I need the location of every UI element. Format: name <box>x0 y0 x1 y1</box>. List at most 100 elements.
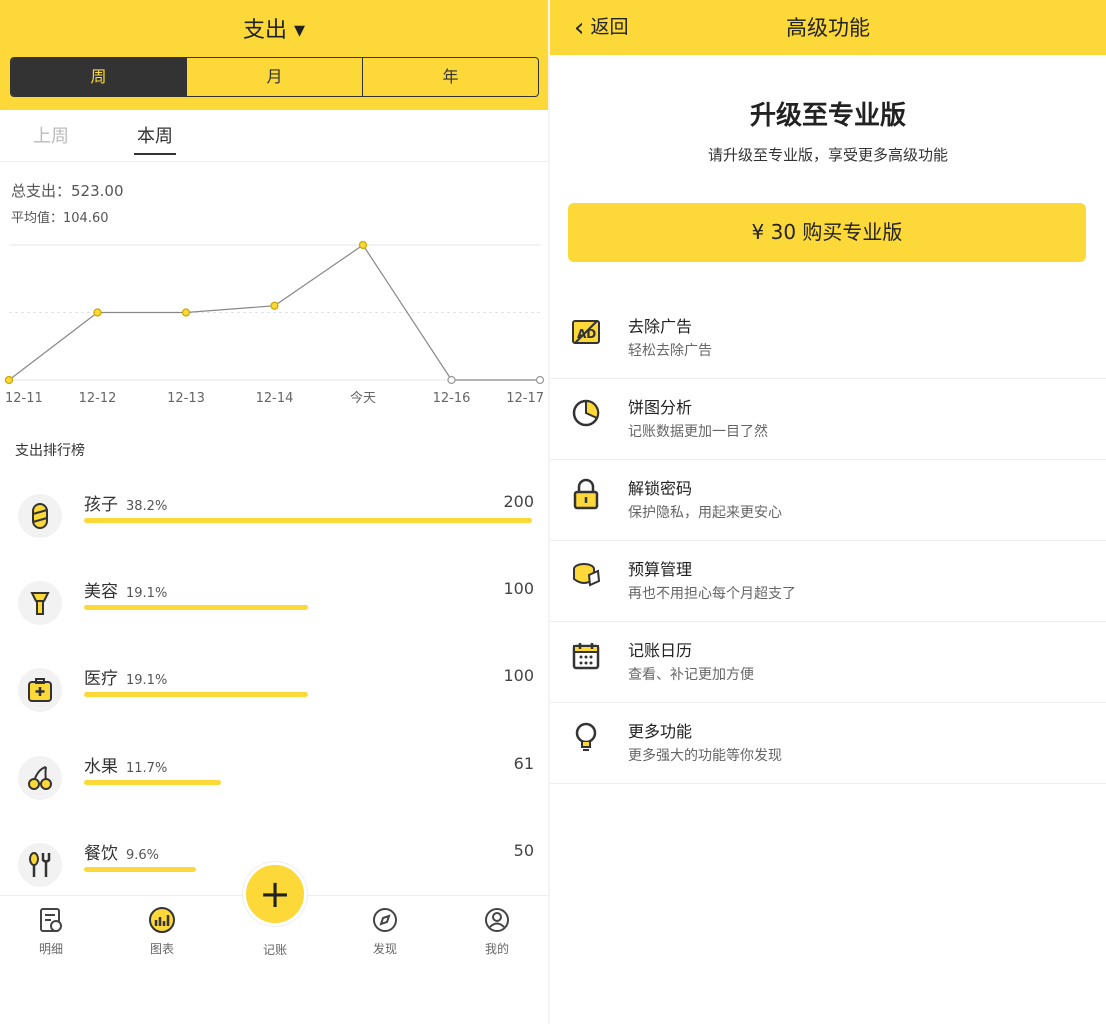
chart-header: 支出 ▾ 周 月 年 <box>0 0 548 110</box>
ranking-name: 美容 <box>84 582 118 602</box>
user-icon <box>483 906 511 934</box>
ranking-bar <box>84 518 532 523</box>
budget-icon <box>570 559 602 591</box>
feature-title: 解锁密码 <box>628 479 693 498</box>
ranking-name: 医疗 <box>84 669 118 689</box>
utensils-icon <box>18 843 62 887</box>
nav-label: 明细 <box>38 942 63 956</box>
nav-details[interactable]: 明细 <box>21 906 81 957</box>
x-tick-label: 12-17 <box>506 391 544 406</box>
ranking-item[interactable]: 医疗 19.1% 100 <box>0 654 548 740</box>
segment-year[interactable]: 年 <box>363 58 538 96</box>
nav-label: 我的 <box>484 942 509 956</box>
chart-screen: 支出 ▾ 周 月 年 上周 本周 总支出：523.00 平均值：104.60 1… <box>0 0 548 1024</box>
calendar-icon <box>570 640 602 672</box>
expense-type-selector[interactable]: 支出 ▾ <box>0 12 548 44</box>
ranking-name: 水果 <box>84 757 118 777</box>
x-tick-label: 12-13 <box>167 391 205 406</box>
total-expense: 总支出：523.00 <box>11 182 124 200</box>
ranking-item[interactable]: 孩子 38.2% 200 <box>0 480 548 566</box>
pacifier-icon <box>18 494 62 538</box>
ranking-percent: 11.7% <box>126 761 168 776</box>
x-tick-label: 12-12 <box>79 391 117 406</box>
x-tick-label: 12-11 <box>5 391 43 406</box>
feature-desc: 记账数据更加一目了然 <box>628 424 768 440</box>
data-point <box>93 308 102 317</box>
data-point <box>447 375 456 385</box>
tab-this-week[interactable]: 本周 <box>134 122 176 155</box>
lipstick-icon <box>18 581 62 625</box>
ranking-bar <box>84 605 308 610</box>
data-point <box>358 240 368 250</box>
lightbulb-icon <box>570 721 602 753</box>
ranking-amount: 100 <box>503 579 534 598</box>
nav-me[interactable]: 我的 <box>467 906 527 957</box>
buy-pro-button[interactable]: ¥ 30 购买专业版 <box>568 203 1086 262</box>
nav-charts[interactable]: 图表 <box>132 906 192 957</box>
lock-icon <box>570 478 602 510</box>
ranking-item[interactable]: 水果 11.7% 61 <box>0 742 548 828</box>
ranking-bar <box>84 867 196 872</box>
feature-item[interactable]: 更多功能 更多强大的功能等你发现 <box>550 703 1106 784</box>
ranking-percent: 19.1% <box>126 586 168 601</box>
pro-features-screen: ‹ 返回 高级功能 升级至专业版 请升级至专业版，享受更多高级功能 ¥ 30 购… <box>550 0 1106 1024</box>
pro-subtitle: 请升级至专业版，享受更多高级功能 <box>707 146 948 164</box>
nav-label: 发现 <box>372 942 397 956</box>
add-record-label: 记账 <box>262 943 287 957</box>
pro-title: 升级至专业版 <box>749 101 906 131</box>
feature-title: 饼图分析 <box>628 398 693 417</box>
x-tick-label: 12-14 <box>256 391 294 406</box>
ranking-amount: 50 <box>513 841 534 860</box>
cherry-icon <box>18 756 62 800</box>
feature-title: 记账日历 <box>628 641 693 660</box>
feature-title: 更多功能 <box>628 722 693 741</box>
expense-line-chart: 12-11 12-12 12-13 12-14 今天 12-16 12-17 <box>4 240 545 406</box>
no-ads-icon: AD <box>570 316 602 348</box>
ranking-title: 支出排行榜 <box>15 443 85 459</box>
nav-discover[interactable]: 发现 <box>355 906 415 957</box>
compass-icon <box>371 906 399 934</box>
feature-desc: 轻松去除广告 <box>628 343 712 359</box>
feature-item[interactable]: 饼图分析 记账数据更加一目了然 <box>550 379 1106 460</box>
plus-icon: + <box>259 872 291 916</box>
x-tick-label: 12-16 <box>433 391 471 406</box>
feature-item[interactable]: 记账日历 查看、补记更加方便 <box>550 622 1106 703</box>
feature-title: 预算管理 <box>628 560 693 579</box>
data-point <box>181 308 191 317</box>
average-value: 平均值：104.60 <box>11 211 109 226</box>
ranking-amount: 100 <box>503 666 534 685</box>
page-title: 高级功能 <box>786 16 870 40</box>
feature-item[interactable]: 预算管理 再也不用担心每个月超支了 <box>550 541 1106 622</box>
feature-item[interactable]: AD 去除广告 轻松去除广告 <box>550 298 1106 379</box>
x-tick-label: 今天 <box>350 390 376 406</box>
segment-month[interactable]: 月 <box>187 58 363 96</box>
charts-icon <box>148 906 176 934</box>
ranking-name: 餐饮 <box>84 844 118 864</box>
pro-header: ‹ 返回 高级功能 <box>550 0 1106 55</box>
tab-last-week[interactable]: 上周 <box>33 122 69 148</box>
ranking-percent: 9.6% <box>126 848 160 863</box>
ranking-percent: 38.2% <box>126 499 168 514</box>
pie-chart-icon <box>570 397 602 429</box>
add-record-button[interactable]: + <box>243 862 307 926</box>
ranking-amount: 61 <box>513 754 534 773</box>
ranking-bar <box>84 780 221 785</box>
nav-label: 图表 <box>149 942 174 956</box>
ranking-amount: 200 <box>503 492 534 511</box>
data-point <box>535 375 545 385</box>
feature-desc: 查看、补记更加方便 <box>628 667 754 683</box>
feature-item[interactable]: 解锁密码 保护隐私，用起来更安心 <box>550 460 1106 541</box>
feature-title: 去除广告 <box>628 317 693 336</box>
data-point <box>270 301 279 310</box>
medkit-icon <box>18 668 62 712</box>
segment-week[interactable]: 周 <box>11 58 187 96</box>
ranking-percent: 19.1% <box>126 673 168 688</box>
data-point <box>4 375 14 385</box>
ranking-name: 孩子 <box>84 495 118 515</box>
week-tabs: 上周 本周 <box>0 110 548 162</box>
period-segmented-control: 周 月 年 <box>10 57 539 97</box>
ranking-bar <box>84 692 308 697</box>
feature-desc: 保护隐私，用起来更安心 <box>628 505 782 521</box>
feature-desc: 更多强大的功能等你发现 <box>628 748 782 764</box>
ranking-item[interactable]: 美容 19.1% 100 <box>0 567 548 653</box>
